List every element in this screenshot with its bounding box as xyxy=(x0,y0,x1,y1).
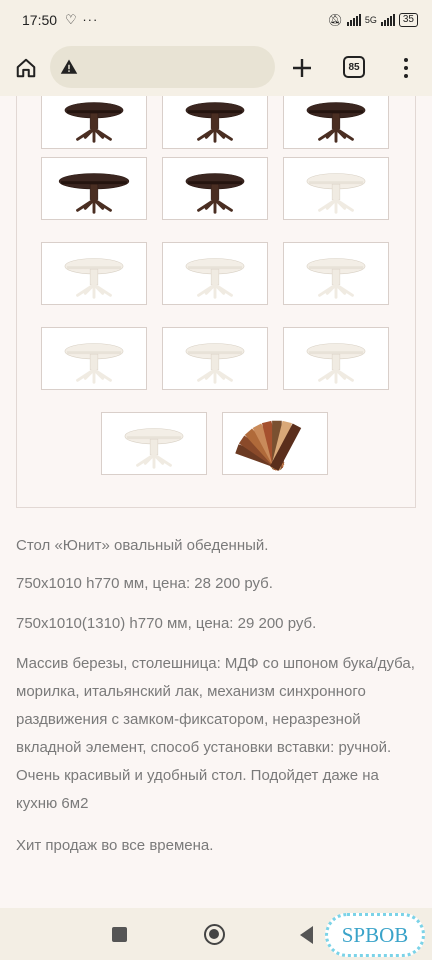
gallery-thumbnail[interactable] xyxy=(162,157,268,220)
gallery-thumbnail[interactable] xyxy=(283,327,389,390)
veneer-samples-image xyxy=(235,420,302,471)
product-description: Массив березы, столешница: МДФ со шпоном… xyxy=(16,655,415,812)
price-line-2: 750х1010(1310) h770 мм, цена: 29 200 руб… xyxy=(16,615,317,632)
price-line-1: 750х1010 h770 мм, цена: 28 200 руб. xyxy=(16,575,273,592)
status-indicators: 🔕︎ 5G 35 xyxy=(328,13,418,27)
gallery-thumbnail[interactable] xyxy=(162,327,268,390)
home-icon xyxy=(16,58,36,78)
white-table-image xyxy=(64,258,124,299)
dark-table-extended-image xyxy=(58,173,130,214)
product-title: Стол «Юнит» овальный обеденный. xyxy=(16,537,269,554)
menu-button[interactable] xyxy=(392,50,420,86)
dark-table-image xyxy=(64,102,124,143)
silent-icon: 🔕︎ xyxy=(327,13,343,27)
plus-icon xyxy=(293,59,311,77)
warning-icon xyxy=(60,59,78,74)
notification-icons: ♡ ··· xyxy=(65,12,99,27)
gallery-thumbnail[interactable] xyxy=(283,242,389,305)
white-table-image xyxy=(306,343,366,384)
dark-table-image xyxy=(185,102,245,143)
gallery-thumbnail[interactable] xyxy=(41,327,147,390)
gallery-thumbnail[interactable] xyxy=(41,242,147,305)
recents-button[interactable] xyxy=(112,927,127,942)
menu-dot-icon xyxy=(404,74,408,78)
new-tab-button[interactable] xyxy=(285,48,319,88)
gallery-thumbnail[interactable] xyxy=(41,96,147,149)
signal-icon xyxy=(346,14,361,26)
status-time: 17:50 xyxy=(22,12,58,28)
status-bar: 17:50 ♡ ··· 🔕︎ 5G 35 xyxy=(0,0,432,40)
gallery-thumbnail[interactable] xyxy=(101,412,207,475)
gallery-thumbnail[interactable] xyxy=(162,242,268,305)
home-nav-button[interactable] xyxy=(204,924,225,945)
white-table-image xyxy=(64,343,124,384)
home-button[interactable] xyxy=(0,42,52,94)
url-input[interactable] xyxy=(84,59,244,75)
gallery-thumbnail[interactable] xyxy=(41,157,147,220)
gallery-thumbnail[interactable] xyxy=(283,157,389,220)
watermark-text: SPBOB xyxy=(342,923,409,947)
page-content: Стол «Юнит» овальный обеденный. 750х1010… xyxy=(0,96,432,908)
white-table-image xyxy=(185,258,245,299)
menu-dot-icon xyxy=(404,58,408,62)
gallery-thumbnail[interactable] xyxy=(222,412,328,475)
gallery-thumbnail[interactable] xyxy=(283,96,389,149)
white-table-image xyxy=(185,343,245,384)
gallery-thumbnail[interactable] xyxy=(162,96,268,149)
dark-table-image xyxy=(306,102,366,143)
dark-table-oval-image xyxy=(185,173,245,214)
white-table-image xyxy=(306,173,366,214)
address-bar[interactable] xyxy=(50,46,275,88)
tab-switcher-button[interactable]: 85 xyxy=(343,56,365,78)
signal-icon-2 xyxy=(380,14,395,26)
white-table-image xyxy=(306,258,366,299)
bestseller-note: Хит продаж во все времена. xyxy=(16,837,214,854)
network-label: 5G xyxy=(364,15,377,25)
watermark-logo: SPBOB xyxy=(325,913,425,957)
menu-dot-icon xyxy=(404,66,408,70)
browser-toolbar: 85 xyxy=(0,40,432,96)
battery-icon: 35 xyxy=(398,13,418,27)
white-table-image xyxy=(124,428,184,469)
back-button[interactable] xyxy=(300,926,313,944)
watermark-lettering: SPBOB xyxy=(342,923,409,947)
